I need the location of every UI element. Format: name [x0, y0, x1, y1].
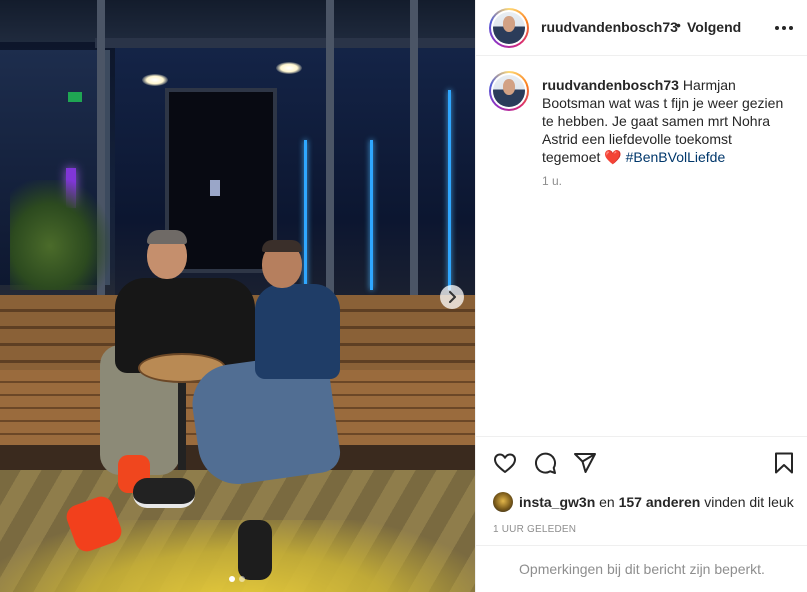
post-details-panel: ruudvandenbosch73 • Volgend ruudvandenbo…	[475, 0, 807, 592]
action-bar	[476, 436, 807, 488]
post-photo[interactable]	[0, 0, 475, 592]
photo-sneaker	[133, 478, 195, 508]
photo-plants	[10, 180, 110, 290]
photo-exit-sign	[68, 92, 82, 102]
chevron-right-icon	[449, 291, 456, 303]
likes-connector: en	[599, 494, 615, 510]
photo-person-right-hair	[262, 240, 302, 252]
bookmark-icon	[775, 452, 793, 474]
liker-avatar[interactable]	[493, 492, 513, 512]
photo-sneaker	[238, 520, 272, 580]
photo-neon-strip	[304, 140, 307, 290]
photo-display-glow	[210, 180, 220, 196]
save-button[interactable]	[771, 451, 797, 477]
caption-section: ruudvandenbosch73 Harmjan Bootsman wat wa…	[476, 56, 807, 436]
carousel-dot	[239, 576, 245, 582]
author-username-link[interactable]: ruudvandenbosch73	[541, 19, 678, 35]
paper-plane-icon	[574, 453, 596, 473]
likes-summary: insta_gw3n en 157 anderen vinden dit leu…	[493, 492, 794, 512]
carousel-next-button[interactable]	[440, 285, 464, 309]
photo-pillar	[410, 0, 418, 300]
photo-neon-strip	[370, 140, 373, 290]
photo-ceiling	[0, 0, 475, 42]
more-options-icon[interactable]	[772, 16, 796, 40]
likes-count-link[interactable]: 157 anderen	[619, 494, 701, 510]
post-header: ruudvandenbosch73 • Volgend	[476, 0, 807, 56]
comment-button[interactable]	[532, 451, 558, 477]
heart-icon	[494, 453, 516, 473]
photo-table-leg	[178, 380, 186, 470]
carousel-indicator	[229, 576, 245, 582]
author-avatar[interactable]	[489, 8, 529, 48]
caption-username-link[interactable]: ruudvandenbosch73	[542, 77, 679, 93]
photo-ceiling-light	[276, 62, 302, 74]
photo-ceiling-band	[95, 38, 475, 48]
photo-person-right-body	[255, 284, 340, 379]
likes-suffix: vinden dit leuk	[704, 494, 794, 510]
caption-time[interactable]: 1 u.	[542, 174, 562, 188]
header-separator: •	[676, 17, 681, 33]
heart-emoji-icon: ❤️	[604, 149, 622, 165]
following-button[interactable]: Volgend	[687, 19, 741, 35]
hashtag-link[interactable]: #BenBVolLiefde	[626, 149, 726, 165]
post-timestamp[interactable]: 1 UUR GELEDEN	[493, 524, 576, 535]
comments-limited-notice: Opmerkingen bij dit bericht zijn beperkt…	[476, 545, 807, 592]
photo-neon-strip	[448, 90, 451, 290]
share-button[interactable]	[572, 451, 598, 477]
photo-ceiling-light	[142, 74, 168, 86]
caption-author-avatar[interactable]	[489, 71, 529, 111]
photo-pillar	[326, 0, 334, 300]
like-button[interactable]	[492, 451, 518, 477]
liker-username-link[interactable]: insta_gw3n	[519, 494, 595, 510]
photo-person-left-hair	[147, 230, 187, 244]
carousel-dot-active	[229, 576, 235, 582]
comment-icon	[535, 452, 556, 474]
caption-text: ruudvandenbosch73 Harmjan Bootsman wat wa…	[542, 76, 792, 166]
